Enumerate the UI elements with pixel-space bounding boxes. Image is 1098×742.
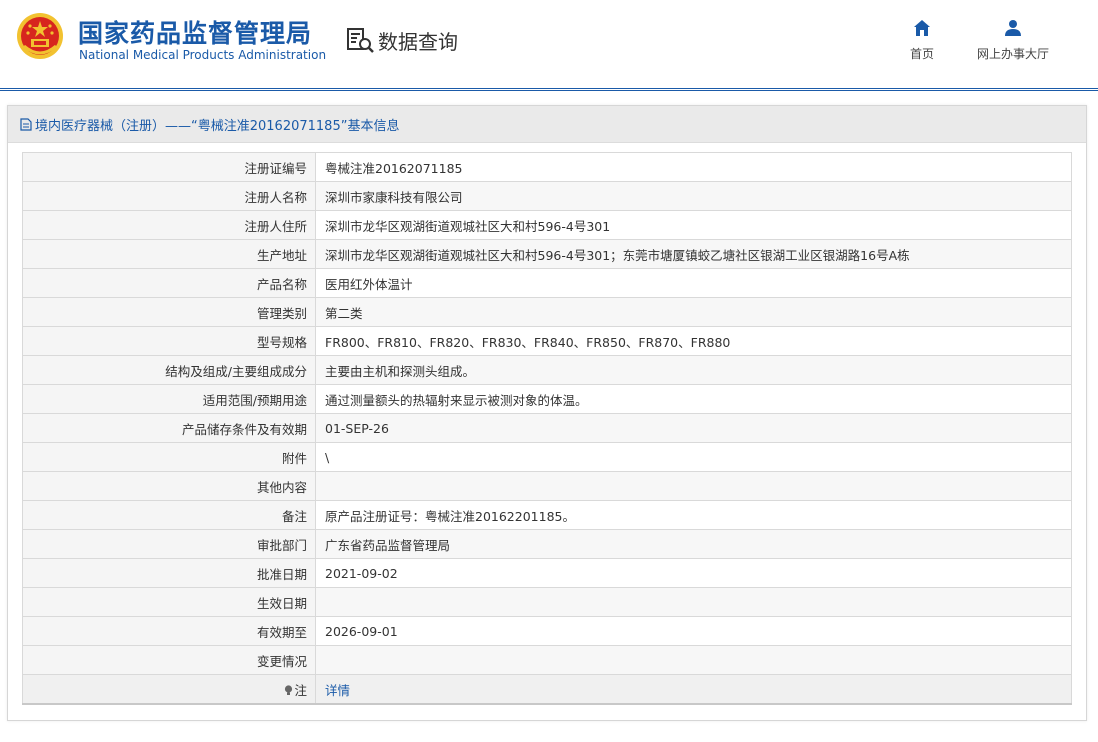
details-link[interactable]: 详情 (325, 683, 350, 698)
field-value: 深圳市龙华区观湖街道观城社区大和村596-4号301；东莞市塘厦镇蛟乙塘社区银湖… (315, 239, 1072, 269)
field-value: 医用红外体温计 (315, 268, 1072, 298)
site-header: 国家药品监督管理局 National Medical Products Admi… (0, 0, 1098, 91)
field-label: 变更情况 (22, 645, 316, 675)
field-label: 生效日期 (22, 587, 316, 617)
field-value: 01-SEP-26 (315, 413, 1072, 443)
field-label: 备注 (22, 500, 316, 530)
field-value: \ (315, 442, 1072, 472)
field-label: 注册人名称 (22, 181, 316, 211)
table-row: 型号规格 FR800、FR810、FR820、FR830、FR840、FR850、… (22, 326, 1072, 356)
field-label: 管理类别 (22, 297, 316, 327)
field-label: 产品名称 (22, 268, 316, 298)
table-row: 生效日期 (22, 587, 1072, 617)
user-icon (1005, 20, 1021, 36)
table-row-note: 注 详情 (22, 674, 1072, 705)
field-label: 有效期至 (22, 616, 316, 646)
table-row: 适用范围/预期用途 通过测量额头的热辐射来显示被测对象的体温。 (22, 384, 1072, 414)
table-row: 管理类别 第二类 (22, 297, 1072, 327)
table-row: 注册人名称 深圳市家康科技有限公司 (22, 181, 1072, 211)
data-query-link[interactable]: 数据查询 (346, 26, 458, 54)
panel-title: 境内医疗器械（注册）——“粤械注准20162071185”基本信息 (35, 118, 400, 134)
field-value: FR800、FR810、FR820、FR830、FR840、FR850、FR87… (315, 326, 1072, 356)
note-value-cell: 详情 (315, 674, 1072, 705)
field-label: 注册证编号 (22, 152, 316, 182)
field-value (315, 645, 1072, 675)
lightbulb-icon (285, 684, 293, 695)
field-value: 粤械注准20162071185 (315, 152, 1072, 182)
data-query-icon (347, 28, 374, 53)
nav-online-service-label: 网上办事大厅 (976, 47, 1049, 61)
org-name-cn: 国家药品监督管理局 (78, 19, 313, 48)
field-label: 其他内容 (22, 471, 316, 501)
field-label: 适用范围/预期用途 (22, 384, 316, 414)
table-row: 备注 原产品注册证号：粤械注准20162201185。 (22, 500, 1072, 530)
data-query-label: 数据查询 (378, 29, 458, 54)
nav-online-service-hall[interactable]: 网上办事大厅 (972, 17, 1054, 62)
table-row: 审批部门 广东省药品监督管理局 (22, 529, 1072, 559)
table-row: 附件 \ (22, 442, 1072, 472)
table-row: 注册人住所 深圳市龙华区观湖街道观城社区大和村596-4号301 (22, 210, 1072, 240)
field-value (315, 471, 1072, 501)
panel-header: 境内医疗器械（注册）——“粤械注准20162071185”基本信息 (8, 106, 1086, 143)
nav-home-label: 首页 (909, 47, 934, 61)
table-row: 结构及组成/主要组成成分 主要由主机和探测头组成。 (22, 355, 1072, 385)
field-label: 审批部门 (22, 529, 316, 559)
field-value: 2021-09-02 (315, 558, 1072, 588)
field-label: 注册人住所 (22, 210, 316, 240)
note-label: 注 (294, 682, 307, 698)
home-icon (914, 20, 930, 36)
table-row: 其他内容 (22, 471, 1072, 501)
field-value: 2026-09-01 (315, 616, 1072, 646)
header-divider (0, 88, 1098, 91)
field-value: 通过测量额头的热辐射来显示被测对象的体温。 (315, 384, 1072, 414)
field-value: 深圳市龙华区观湖街道观城社区大和村596-4号301 (315, 210, 1072, 240)
field-label: 产品储存条件及有效期 (22, 413, 316, 443)
field-value: 第二类 (315, 297, 1072, 327)
nav-home[interactable]: 首页 (906, 17, 938, 62)
table-row: 产品名称 医用红外体温计 (22, 268, 1072, 298)
detail-panel: 境内医疗器械（注册）——“粤械注准20162071185”基本信息 注册证编号粤… (7, 105, 1087, 721)
table-row: 生产地址 深圳市龙华区观湖街道观城社区大和村596-4号301；东莞市塘厦镇蛟乙塘… (22, 239, 1072, 269)
field-label: 型号规格 (22, 326, 316, 356)
field-value: 广东省药品监督管理局 (315, 529, 1072, 559)
table-row: 产品储存条件及有效期 01-SEP-26 (22, 413, 1072, 443)
table-row: 批准日期 2021-09-02 (22, 558, 1072, 588)
table-row: 注册证编号 粤械注准20162071185 (22, 152, 1072, 182)
field-label: 批准日期 (22, 558, 316, 588)
national-emblem-logo[interactable] (16, 12, 64, 60)
field-value (315, 587, 1072, 617)
field-label: 生产地址 (22, 239, 316, 269)
table-row: 有效期至 2026-09-01 (22, 616, 1072, 646)
field-value: 深圳市家康科技有限公司 (315, 181, 1072, 211)
field-value: 主要由主机和探测头组成。 (315, 355, 1072, 385)
table-row: 变更情况 (22, 645, 1072, 675)
basic-info-table: 注册证编号 粤械注准20162071185 注册人名称 深圳市家康科技有限公司 注册人住… (22, 152, 1072, 705)
document-icon (20, 117, 32, 131)
org-name-en: National Medical Products Administration (79, 48, 327, 62)
note-label-cell: 注 (22, 674, 316, 705)
field-label: 结构及组成/主要组成成分 (22, 355, 316, 385)
field-label: 附件 (22, 442, 316, 472)
field-value: 原产品注册证号：粤械注准20162201185。 (315, 500, 1072, 530)
